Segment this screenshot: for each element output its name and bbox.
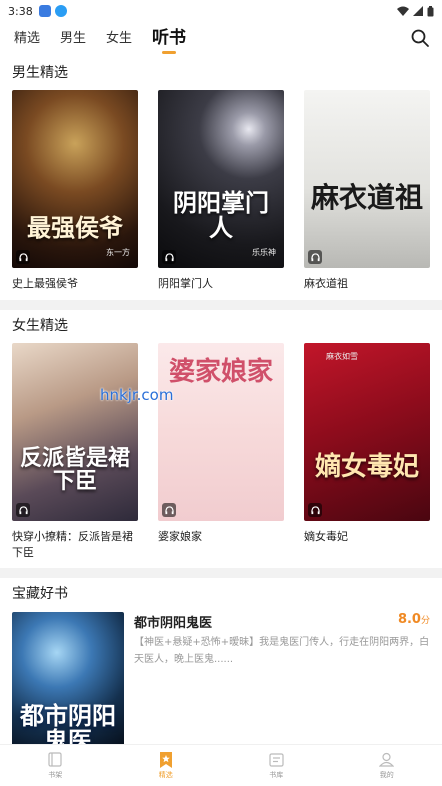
nav-label: 我的 — [379, 770, 394, 779]
tab-featured[interactable]: 精选 — [14, 27, 40, 54]
nav-label: 精选 — [158, 770, 173, 779]
book-title: 史上最强侯爷 — [12, 277, 78, 290]
cover-author: 麻衣如雪 — [326, 352, 358, 361]
status-time: 3:38 — [8, 4, 33, 18]
section-title-female: 女生精选 — [12, 318, 68, 334]
headphone-icon — [16, 503, 30, 517]
download-notification-icon — [54, 5, 67, 17]
cover-author: 东一方 — [106, 248, 130, 257]
battery-icon — [427, 5, 434, 16]
book-title: 嫡女毒妃 — [304, 530, 348, 543]
headphone-icon — [162, 503, 176, 517]
cover-title: 阴阳掌门人 — [173, 187, 269, 242]
book-score: 8.0分 — [397, 612, 430, 627]
bottom-nav: 书架 精选 书库 我的 — [0, 744, 442, 786]
cover-title: 麻衣道祖 — [310, 180, 423, 214]
book-title: 阴阳掌门人 — [158, 277, 213, 290]
book-title: 快穿小撩精：反派皆是裙下臣 — [12, 530, 133, 559]
nav-library[interactable]: 书库 — [221, 745, 332, 786]
section-title-treasure: 宝藏好书 — [12, 586, 68, 602]
cover-title: 反派皆是裙下臣 — [19, 444, 130, 494]
book-title: 麻衣道祖 — [304, 277, 348, 290]
book-card[interactable]: 嫡女毒妃 麻衣如雪 嫡女毒妃 — [304, 343, 430, 545]
cover-title: 都市阴阳鬼医 — [20, 700, 116, 747]
section-divider — [0, 568, 442, 578]
tab-male[interactable]: 男生 — [60, 27, 86, 54]
book-card[interactable]: 最强侯爷 东一方 史上最强侯爷 — [12, 90, 138, 292]
headphone-icon — [162, 250, 176, 264]
featured-book-title: 都市阴阳鬼医 — [134, 616, 213, 631]
tab-female[interactable]: 女生 — [106, 27, 132, 54]
section-divider — [0, 300, 442, 310]
nav-label: 书库 — [269, 770, 284, 779]
headphone-icon — [308, 250, 322, 264]
featured-book-description: 【神医+悬疑+恐怖+暧昧】我是鬼医门传人，行走在阴阳两界，白天医人，晚上医鬼..… — [134, 637, 430, 665]
nav-profile[interactable]: 我的 — [332, 745, 442, 786]
book-card[interactable]: 反派皆是裙下臣 快穿小撩精：反派皆是裙下臣 — [12, 343, 138, 561]
wifi-icon — [397, 6, 409, 16]
book-cover: 嫡女毒妃 麻衣如雪 — [304, 343, 430, 521]
book-cover: 婆家娘家 — [158, 343, 284, 521]
search-icon[interactable] — [410, 28, 430, 48]
book-cover: 反派皆是裙下臣 — [12, 343, 138, 521]
watermark: hnkjr.com — [100, 386, 174, 404]
book-card[interactable]: 麻衣道祖 麻衣道祖 — [304, 90, 430, 292]
star-bookmark-icon — [158, 751, 174, 768]
library-icon — [268, 752, 284, 768]
status-bar: 3:38 — [0, 0, 442, 22]
book-cover: 阴阳掌门人 乐乐神 — [158, 90, 284, 268]
book-cover: 麻衣道祖 — [304, 90, 430, 268]
book-icon — [47, 752, 63, 768]
user-icon — [379, 752, 395, 768]
book-cover: 最强侯爷 东一方 — [12, 90, 138, 268]
headphone-icon — [308, 503, 322, 517]
book-title: 婆家娘家 — [158, 530, 202, 543]
cover-title: 婆家娘家 — [168, 357, 273, 387]
featured-book-cover: 都市阴阳鬼医 — [12, 612, 124, 747]
headphone-icon — [16, 250, 30, 264]
app-notification-icon — [38, 5, 51, 17]
nav-bookshelf[interactable]: 书架 — [0, 745, 111, 786]
nav-label: 书架 — [48, 770, 63, 779]
tab-audiobook[interactable]: 听书 — [152, 23, 186, 54]
top-nav: 精选 男生 女生 听书 — [0, 22, 442, 54]
section-title-male: 男生精选 — [12, 65, 68, 81]
book-card[interactable]: 阴阳掌门人 乐乐神 阴阳掌门人 — [158, 90, 284, 292]
cover-title: 嫡女毒妃 — [314, 451, 419, 482]
cover-title: 最强侯爷 — [27, 212, 123, 242]
signal-icon — [413, 6, 423, 16]
cover-author: 乐乐神 — [252, 248, 276, 257]
nav-featured[interactable]: 精选 — [111, 745, 222, 786]
book-card[interactable]: 婆家娘家 婆家娘家 — [158, 343, 284, 545]
featured-book[interactable]: 都市阴阳鬼医 都市阴阳鬼医 8.0分 【神医+悬疑+恐怖+暧昧】我是鬼医门传人，… — [12, 612, 432, 747]
